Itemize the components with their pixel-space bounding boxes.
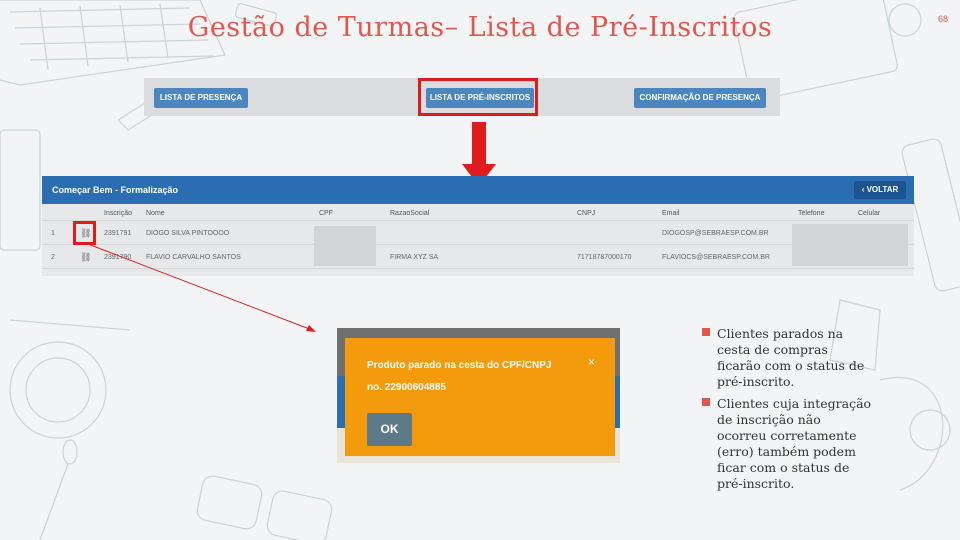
bullet-square-icon <box>702 328 710 336</box>
bullet-list: Clientes parados na cesta de compras fic… <box>702 326 872 498</box>
dialog-message-line1: Produto parado na cesta do CPF/CNPJ <box>367 360 552 371</box>
dialog-message: Produto parado na cesta do CPF/CNPJ no. … <box>367 355 577 399</box>
bullet-item: Clientes cuja integração de inscrição nã… <box>702 396 872 492</box>
alert-dialog: Produto parado na cesta do CPF/CNPJ no. … <box>345 338 615 456</box>
dialog-message-line2: no. 22900604885 <box>367 382 446 393</box>
close-icon[interactable]: × <box>588 355 595 369</box>
bullet-item: Clientes parados na cesta de compras fic… <box>702 326 872 390</box>
bullet-text: Clientes parados na cesta de compras fic… <box>717 326 865 389</box>
ok-button[interactable]: OK <box>367 413 412 446</box>
bullet-square-icon <box>702 398 710 406</box>
bullet-text: Clientes cuja integração de inscrição nã… <box>717 396 872 491</box>
